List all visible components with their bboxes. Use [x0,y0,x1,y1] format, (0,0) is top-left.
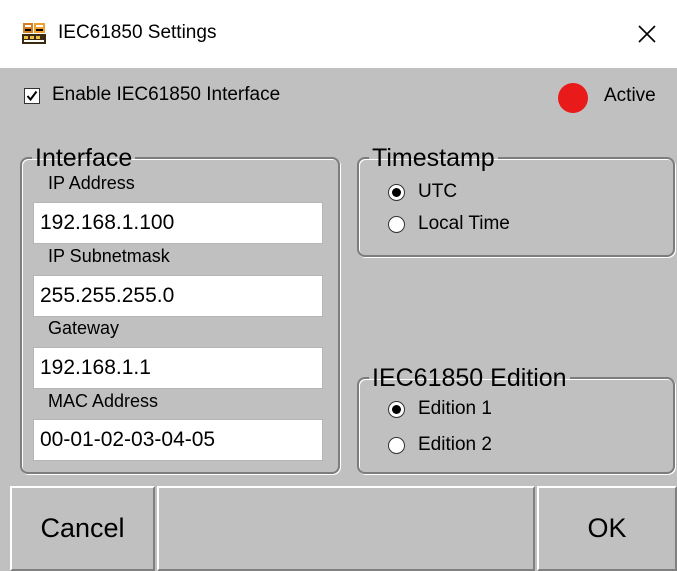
radio-utc[interactable] [388,184,405,201]
timestamp-legend: Timestamp [372,144,495,172]
ip-subnetmask-input[interactable]: 255.255.255.0 [33,275,323,317]
window-title: IEC61850 Settings [58,22,217,43]
radio-utc-label[interactable]: UTC [418,181,457,203]
settings-dialog: IEC61850 Settings Enable IEC61850 Interf… [0,0,677,571]
radio-edition-2-label[interactable]: Edition 2 [418,434,492,456]
title-bar: IEC61850 Settings [0,0,677,68]
enable-checkbox[interactable] [24,88,40,104]
close-icon [638,25,656,43]
radio-edition-2[interactable] [388,437,405,454]
mac-address-input[interactable]: 00-01-02-03-04-05 [33,419,323,461]
ip-address-label: IP Address [48,173,135,193]
radio-local-time[interactable] [388,216,405,233]
cancel-button[interactable]: Cancel [10,486,155,571]
ip-subnetmask-label: IP Subnetmask [48,246,170,266]
enable-checkbox-label[interactable]: Enable IEC61850 Interface [52,84,280,106]
interface-legend: Interface [35,144,133,172]
status-indicator-icon [558,83,588,113]
button-bar-spacer [157,486,535,571]
radio-local-time-label[interactable]: Local Time [418,213,510,235]
gateway-label: Gateway [48,318,120,338]
ok-button[interactable]: OK [537,486,677,571]
edition-legend: IEC61850 Edition [372,364,567,392]
dialog-content: Enable IEC61850 Interface Active Interfa… [0,68,677,571]
edition-group: IEC61850 Edition [357,366,675,474]
checkmark-icon [26,90,38,102]
app-icon [22,22,46,44]
ip-address-input[interactable]: 192.168.1.100 [33,202,323,244]
timestamp-group: Timestamp [357,146,675,257]
status-label: Active [604,85,656,106]
radio-edition-1[interactable] [388,401,405,418]
close-button[interactable] [617,0,677,68]
radio-edition-1-label[interactable]: Edition 1 [418,398,492,420]
gateway-input[interactable]: 192.168.1.1 [33,347,323,389]
mac-address-label: MAC Address [48,391,159,411]
